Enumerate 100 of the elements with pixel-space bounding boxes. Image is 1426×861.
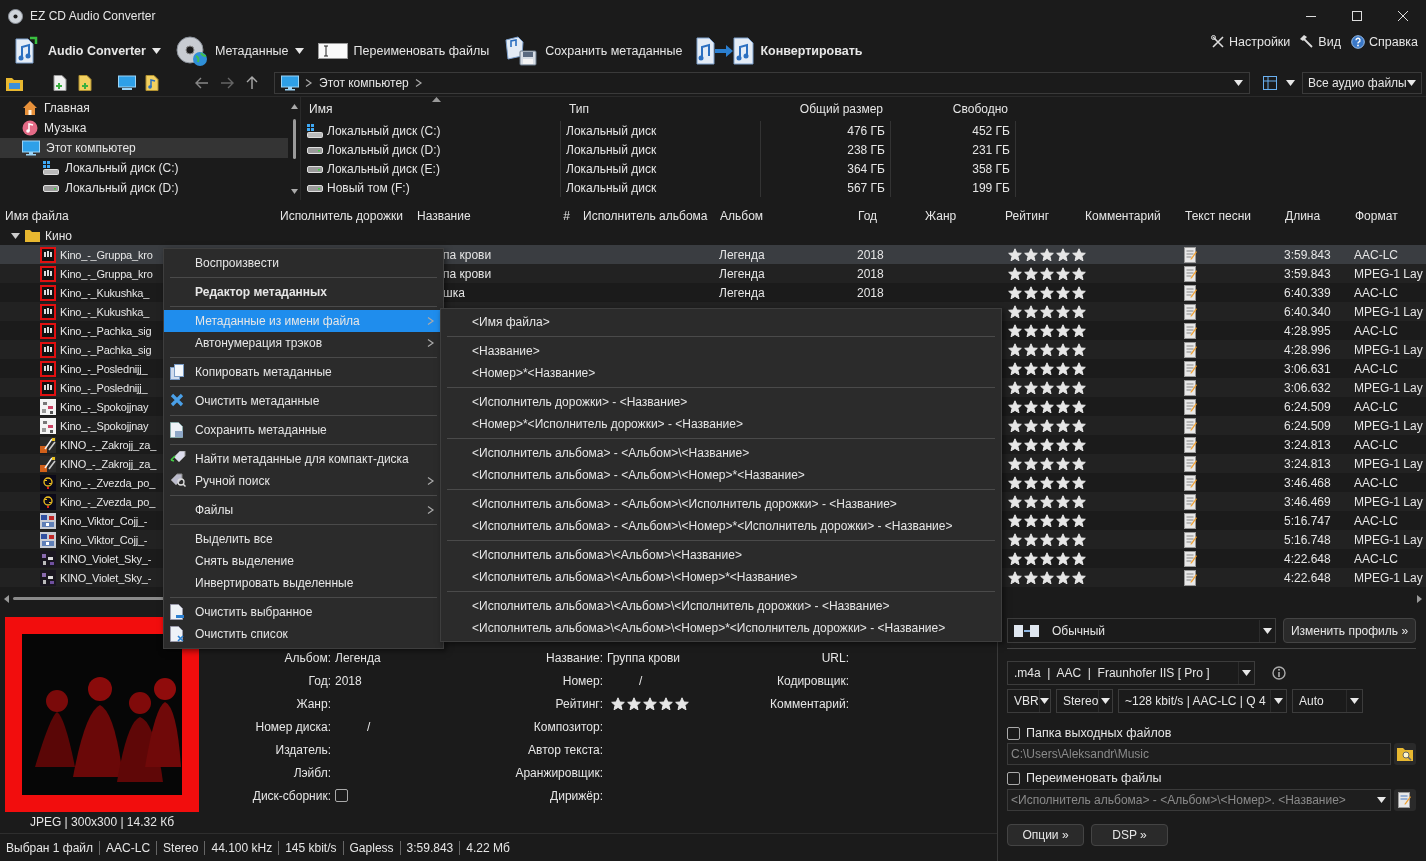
- samplerate-dropdown[interactable]: Auto: [1292, 689, 1363, 713]
- music-file-icon[interactable]: [143, 73, 161, 93]
- toolbar-button[interactable]: Сохранить метаданные: [499, 33, 687, 69]
- options-button[interactable]: Опции »: [1007, 824, 1084, 846]
- field-value[interactable]: 2018: [335, 673, 362, 688]
- column-header[interactable]: Имя файла: [0, 208, 275, 223]
- template-dropdown[interactable]: <Исполнитель альбома> - <Альбом>\<Номер>. <Название>: [1007, 789, 1391, 811]
- menu-item[interactable]: Ручной поиск: [164, 470, 443, 492]
- expand-icon[interactable]: [11, 232, 20, 239]
- menu-item[interactable]: Воспроизвести: [164, 252, 443, 274]
- path-field[interactable]: C:\Users\Aleksandr\Music: [1007, 743, 1391, 765]
- lyrics-icon: [1184, 379, 1198, 396]
- tree-item[interactable]: Этот компьютер: [0, 138, 288, 158]
- column-header[interactable]: Год: [853, 208, 920, 223]
- menu-item[interactable]: <Исполнитель альбома> - <Альбом>\<Название>: [441, 442, 1001, 464]
- column-header[interactable]: Название: [412, 208, 552, 223]
- scroll-down-icon[interactable]: [290, 189, 298, 194]
- menu-item[interactable]: Очистить метаданные: [164, 390, 443, 412]
- caret-icon: [1101, 698, 1111, 704]
- filter-dropdown[interactable]: Все аудио файлы: [1302, 72, 1422, 94]
- column-header[interactable]: Текст песни: [1180, 208, 1280, 223]
- column-header[interactable]: Тип: [561, 102, 761, 116]
- column-header[interactable]: #: [552, 208, 578, 223]
- toolbar-button[interactable]: Конвертировать: [692, 33, 867, 69]
- menu-item[interactable]: <Исполнитель альбома> - <Альбом>\<Исполнитель дорожки> - <Название>: [441, 493, 1001, 515]
- menu-item[interactable]: <Название>: [441, 340, 1001, 362]
- menu-item[interactable]: <Исполнитель альбома> - <Альбом>\<Номер>*<Название>: [441, 464, 1001, 486]
- column-header[interactable]: Исполнитель альбома: [578, 208, 715, 223]
- menu-item[interactable]: Файлы: [164, 499, 443, 521]
- column-header[interactable]: Рейтинг: [1000, 208, 1080, 223]
- column-header[interactable]: Формат: [1350, 208, 1426, 223]
- channels-dropdown[interactable]: Stereo: [1056, 689, 1113, 713]
- view-icon[interactable]: [1261, 73, 1279, 93]
- field-value[interactable]: Группа крови: [607, 650, 681, 665]
- checkbox[interactable]: [335, 789, 348, 802]
- column-header[interactable]: Жанр: [920, 208, 1000, 223]
- caret-icon: [1274, 698, 1283, 704]
- toolbar-button[interactable]: Audio Converter: [8, 33, 165, 69]
- menu-item[interactable]: Снять выделение: [164, 550, 443, 572]
- maximize-icon[interactable]: [1352, 11, 1362, 21]
- menu-item[interactable]: Очистить выбранное: [164, 601, 443, 623]
- field-label: Номер:: [561, 672, 604, 690]
- column-header[interactable]: Комментарий: [1080, 208, 1180, 223]
- menu-item[interactable]: Инвертировать выделенные: [164, 572, 443, 594]
- toolbar-button[interactable]: Вид: [1296, 30, 1345, 54]
- toolbar-button[interactable]: Настройки: [1207, 30, 1295, 54]
- browse-folder-button[interactable]: [1394, 743, 1416, 765]
- tree-item[interactable]: Главная: [0, 98, 288, 118]
- column-header[interactable]: Свободно: [891, 102, 1016, 116]
- format-dropdown[interactable]: .m4a | AAC | Fraunhofer IIS [ Pro ]: [1007, 661, 1255, 685]
- menu-item[interactable]: <Исполнитель альбома>\<Альбом>\<Номер>*<Название>: [441, 566, 1001, 588]
- toolbar-button[interactable]: Метаданные: [170, 33, 308, 69]
- toolbar-button[interactable]: Переименовать файлы: [313, 33, 494, 69]
- address-bar[interactable]: Этот компьютер: [274, 72, 1250, 94]
- checkbox[interactable]: [1007, 771, 1020, 785]
- tree-item[interactable]: Локальный диск (C:): [0, 158, 288, 178]
- tree-item[interactable]: Музыка: [0, 118, 288, 138]
- table-cell: AAC-LC: [1354, 437, 1398, 452]
- profile-dropdown[interactable]: Обычный: [1007, 618, 1276, 643]
- column-header[interactable]: Имя: [301, 102, 561, 116]
- info-icon[interactable]: [1272, 666, 1286, 680]
- menu-item[interactable]: Автонумерация трэков: [164, 332, 443, 354]
- field-value[interactable]: /: [335, 719, 371, 734]
- add-file-icon[interactable]: [51, 73, 69, 93]
- menu-item[interactable]: Очистить список: [164, 623, 443, 645]
- field-value[interactable]: /: [607, 673, 643, 688]
- mode-dropdown[interactable]: VBR: [1007, 689, 1051, 713]
- computer-icon[interactable]: [118, 73, 136, 93]
- edit-template-button[interactable]: [1394, 789, 1416, 811]
- dropdown-caret-icon: [1234, 80, 1243, 86]
- scroll-right-icon[interactable]: [1417, 594, 1422, 603]
- menu-item[interactable]: <Исполнитель альбома>\<Альбом>\<Исполнитель дорожки> - <Название>: [441, 595, 1001, 617]
- column-header[interactable]: Общий размер: [761, 102, 891, 116]
- menu-item[interactable]: <Номер>*<Название>: [441, 362, 1001, 384]
- menu-item[interactable]: <Исполнитель альбома>\<Альбом>\<Номер>*<Исполнитель дорожки> - <Название>: [441, 617, 1001, 639]
- options-button[interactable]: DSP »: [1091, 824, 1168, 846]
- menu-item[interactable]: Выделить все: [164, 528, 443, 550]
- star-icon: [1008, 513, 1022, 528]
- field-value[interactable]: Легенда: [335, 650, 381, 665]
- close-icon[interactable]: [1398, 11, 1408, 21]
- menu-item[interactable]: <Имя файла>: [441, 311, 1001, 333]
- breadcrumb[interactable]: Этот компьютер: [319, 76, 409, 90]
- column-header[interactable]: Длина: [1280, 208, 1350, 223]
- checkbox[interactable]: [1007, 726, 1020, 740]
- menu-item[interactable]: <Номер>*<Исполнитель дорожки> - <Название>: [441, 413, 1001, 435]
- minimize-icon[interactable]: [1306, 15, 1316, 17]
- toolbar-button[interactable]: Справка: [1346, 30, 1422, 54]
- menu-item[interactable]: Найти метаданные для компакт-диска: [164, 448, 443, 470]
- menu-item[interactable]: <Исполнитель альбома>\<Альбом>\<Название>: [441, 544, 1001, 566]
- scroll-up-icon[interactable]: [290, 104, 298, 109]
- quality-dropdown[interactable]: ~128 kbit/s | AAC-LC | Q 4: [1118, 689, 1287, 713]
- column-header[interactable]: Исполнитель дорожки: [275, 208, 412, 223]
- menu-item[interactable]: <Исполнитель дорожки> - <Название>: [441, 391, 1001, 413]
- add-folder-icon[interactable]: [76, 73, 94, 93]
- menu-item[interactable]: Редактор метаданных: [164, 281, 443, 303]
- column-header[interactable]: Альбом: [715, 208, 853, 223]
- menu-item[interactable]: <Исполнитель альбома> - <Альбом>\<Номер>*<Исполнитель дорожки> - <Название>: [441, 515, 1001, 537]
- tree-item[interactable]: Локальный диск (D:): [0, 178, 288, 198]
- scroll-left-icon[interactable]: [4, 594, 9, 603]
- edit-profile-button[interactable]: Изменить профиль »: [1283, 618, 1416, 643]
